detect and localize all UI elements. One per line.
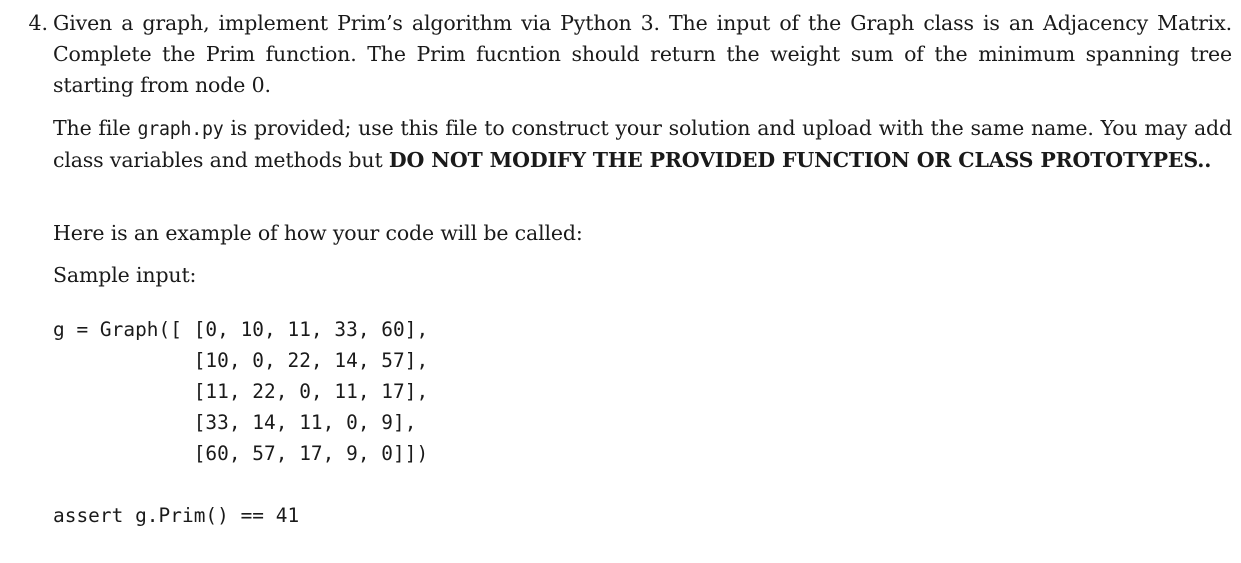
problem-statement-paragraph: Given a graph, implement Prim’s algorith… (53, 11, 1232, 97)
example-intro-paragraph: Here is an example of how your code will… (53, 221, 583, 245)
document-page: 4. Given a graph, implement Prim’s algor… (0, 0, 1241, 563)
sample-input-code-block: g = Graph([ [0, 10, 11, 33, 60], [10, 0,… (53, 318, 429, 465)
file-instructions-prefix: The file (53, 116, 138, 140)
file-instructions-paragraph: The file graph.py is provided; use this … (53, 113, 1232, 176)
sample-input-label: Sample input: (53, 263, 197, 287)
list-item-number: 4. (28, 11, 48, 35)
do-not-modify-warning: DO NOT MODIFY THE PROVIDED FUNCTION OR C… (388, 148, 1212, 172)
assert-code-block: assert g.Prim() == 41 (53, 504, 300, 527)
filename-code: graph.py (137, 119, 224, 140)
